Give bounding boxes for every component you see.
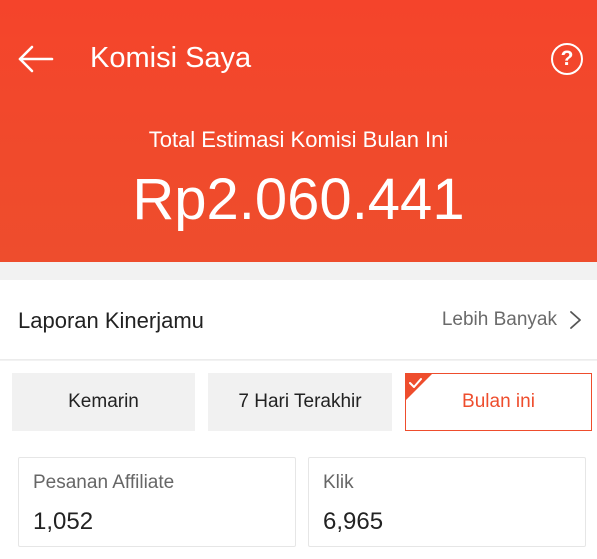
commission-subtitle: Total Estimasi Komisi Bulan Ini [148, 127, 449, 152]
tabs-area: Kemarin 7 Hari Terakhir Bulan ini Pesana… [0, 361, 597, 559]
stat-label: Pesanan Affiliate [33, 472, 175, 493]
header: Komisi Saya ? Total Estimasi Komisi Bula… [0, 0, 597, 262]
tab-yesterday[interactable]: Kemarin [12, 373, 195, 431]
performance-report-row: Laporan Kinerjamu Lebih Banyak [0, 280, 597, 360]
more-link-label: Lebih Banyak [441, 309, 557, 330]
stat-card-clicks: Klik 6,965 [308, 457, 586, 547]
arrow-left-icon [18, 45, 54, 73]
report-title: Laporan Kinerjamu [18, 308, 204, 333]
chevron-right-icon [570, 311, 581, 329]
stat-card-affiliate-orders: Pesanan Affiliate 1,052 [18, 457, 296, 547]
selected-check-icon [406, 374, 432, 400]
tab-this-month[interactable]: Bulan ini [405, 373, 592, 431]
commission-amount: Rp2.060.441 [132, 167, 465, 232]
tab-this-month-label: Bulan ini [462, 391, 535, 412]
section-gap [0, 262, 597, 280]
stat-value: 1,052 [33, 508, 94, 535]
tab-last-7-days[interactable]: 7 Hari Terakhir [208, 373, 392, 431]
page-title: Komisi Saya [90, 42, 252, 74]
question-circle-icon[interactable]: ? [551, 43, 583, 75]
back-button[interactable] [14, 38, 56, 80]
stat-label: Klik [323, 472, 354, 493]
stat-value: 6,965 [323, 508, 384, 535]
more-link[interactable]: Lebih Banyak [442, 309, 585, 331]
